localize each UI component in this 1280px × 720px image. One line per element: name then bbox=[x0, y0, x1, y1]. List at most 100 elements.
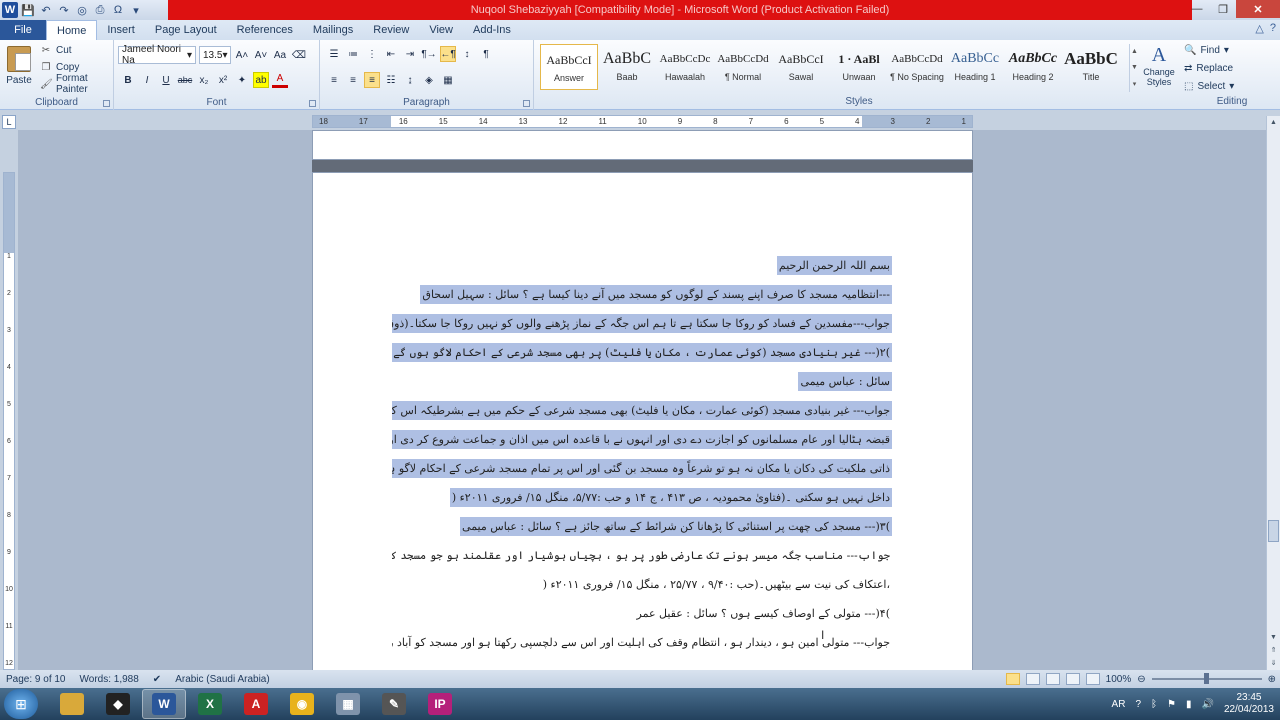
replace-button[interactable]: ⇄ Replace bbox=[1184, 61, 1234, 75]
network-icon[interactable]: ▮ bbox=[1186, 699, 1192, 710]
borders-icon[interactable]: ▦ bbox=[440, 72, 456, 88]
draft-view-button[interactable] bbox=[1085, 673, 1100, 685]
close-button[interactable]: ✕ bbox=[1236, 0, 1280, 18]
style-baab[interactable]: AaBbC Baab bbox=[598, 44, 656, 90]
font-name-dropdown[interactable]: Jameel Noori Na ▾ bbox=[118, 44, 196, 66]
word-icon[interactable]: W bbox=[2, 2, 18, 18]
copy-button[interactable]: ❐ Copy bbox=[40, 60, 113, 74]
font-size-dropdown[interactable]: 13.5 ▾ bbox=[199, 46, 231, 64]
tab-insert[interactable]: Insert bbox=[97, 20, 145, 40]
scroll-down-icon[interactable]: ▼ bbox=[1267, 631, 1280, 644]
document-line[interactable]: )۲(--- غیر بنیادی مسجد (کوئی عمارت ، مکا… bbox=[392, 342, 892, 371]
style-unwaan[interactable]: 1 · AaBl Unwaan bbox=[830, 44, 888, 90]
cut-button[interactable]: ✂ Cut bbox=[40, 43, 113, 57]
print-icon[interactable]: ⎙ bbox=[92, 2, 108, 18]
language-indicator[interactable]: Arabic (Saudi Arabia) bbox=[175, 674, 270, 685]
taskbar-calculator-button[interactable]: ▦ bbox=[326, 689, 370, 719]
language-bar[interactable]: AR bbox=[1112, 699, 1126, 710]
text-effects-icon[interactable]: ✦ bbox=[234, 72, 250, 88]
document-line[interactable]: )۳(--- مسجد کی چھت پر استنائی کا پڑھانا … bbox=[392, 516, 892, 545]
next-page-icon[interactable]: ⇓ bbox=[1267, 657, 1280, 670]
superscript-button[interactable]: x² bbox=[215, 72, 231, 88]
strikethrough-button[interactable]: abc bbox=[177, 72, 193, 88]
show-marks-button[interactable]: ¶ bbox=[478, 46, 494, 62]
style-title[interactable]: AaBbC Title bbox=[1062, 44, 1120, 90]
document-line[interactable]: جواب---مفسدین کے فساد کو روکا جا سکتا ہے… bbox=[392, 313, 892, 342]
symbol-icon[interactable]: Ω bbox=[110, 2, 126, 18]
taskbar-inpage-button[interactable]: IP bbox=[418, 689, 462, 719]
tab-page-layout[interactable]: Page Layout bbox=[145, 20, 227, 40]
format-painter-button[interactable]: 🖌 Format Painter bbox=[40, 73, 113, 95]
open-icon[interactable]: ◎ bbox=[74, 2, 90, 18]
full-screen-view-button[interactable] bbox=[1025, 673, 1040, 685]
document-line[interactable]: بسم اللہ الرحمن الرحیم bbox=[392, 255, 892, 284]
paste-button[interactable]: Paste bbox=[4, 44, 34, 96]
tab-mailings[interactable]: Mailings bbox=[303, 20, 363, 40]
sort-icon[interactable]: ↕ bbox=[459, 46, 475, 62]
style-sawal[interactable]: AaBbCcI Sawal bbox=[772, 44, 830, 90]
tab-add-ins[interactable]: Add-Ins bbox=[463, 20, 521, 40]
ltr-direction-icon[interactable]: ¶→ bbox=[421, 46, 437, 62]
document-line[interactable]: ذاتی ملکیت کی دکان یا مکان نہ ہو تو شرعا… bbox=[392, 458, 892, 487]
page-count[interactable]: Page: 9 of 10 bbox=[6, 674, 66, 685]
bold-button[interactable]: B bbox=[120, 72, 136, 88]
taskbar-chrome-button[interactable]: ◉ bbox=[280, 689, 324, 719]
bullets-icon[interactable]: ☰ bbox=[326, 46, 342, 62]
previous-page-icon[interactable]: ⇑ bbox=[1267, 644, 1280, 657]
style-heading-1[interactable]: AaBbCc Heading 1 bbox=[946, 44, 1004, 90]
increase-indent-icon[interactable]: ⇥ bbox=[402, 46, 418, 62]
taskbar-explorer-button[interactable] bbox=[50, 689, 94, 719]
tab-home[interactable]: Home bbox=[46, 20, 98, 40]
proofing-icon[interactable]: ✔ bbox=[153, 674, 161, 685]
word-count[interactable]: Words: 1,988 bbox=[80, 674, 139, 685]
justify-icon[interactable]: ☷ bbox=[383, 72, 399, 88]
flag-icon[interactable]: ⚑ bbox=[1167, 699, 1176, 710]
subscript-button[interactable]: x₂ bbox=[196, 72, 212, 88]
taskbar-acrobat-button[interactable]: A bbox=[234, 689, 278, 719]
change-styles-button[interactable]: A Change Styles bbox=[1140, 44, 1178, 87]
change-case-button[interactable]: Aa bbox=[272, 47, 288, 63]
tab-view[interactable]: View bbox=[419, 20, 463, 40]
horizontal-ruler[interactable]: 18 17 16 15 14 13 12 11 10 9 8 7 6 5 4 3 2 1 bbox=[312, 115, 973, 128]
redo-icon[interactable]: ↷ bbox=[56, 2, 72, 18]
zoom-slider[interactable] bbox=[1151, 673, 1262, 684]
underline-button[interactable]: U bbox=[158, 72, 174, 88]
maximize-button[interactable]: ❐ bbox=[1210, 0, 1236, 18]
document-line[interactable]: ،اعتکاف کی نیت سے بیٹھیں۔(حب :۹/۴۰ ، ۲۵/… bbox=[392, 574, 892, 603]
style-heading-2[interactable]: AaBbCc Heading 2 bbox=[1004, 44, 1062, 90]
align-left-icon[interactable]: ≡ bbox=[326, 72, 342, 88]
document-line[interactable]: )۴(--- متولی کے اوصاف کیسے ہوں ؟ سائل : … bbox=[392, 603, 892, 632]
bluetooth-icon[interactable]: ᛒ bbox=[1151, 699, 1157, 710]
style-no-spacing[interactable]: AaBbCcDd ¶ No Spacing bbox=[888, 44, 946, 90]
line-spacing-icon[interactable]: ↨ bbox=[402, 72, 418, 88]
clear-format-icon[interactable]: ⌫ bbox=[291, 47, 307, 63]
decrease-indent-icon[interactable]: ⇤ bbox=[383, 46, 399, 62]
select-button[interactable]: ⬚ Select ▾ bbox=[1184, 79, 1234, 93]
save-icon[interactable]: 💾 bbox=[20, 2, 36, 18]
scroll-down-icon[interactable]: ▼ bbox=[1131, 64, 1138, 71]
tab-file[interactable]: File bbox=[0, 20, 46, 40]
taskbar-tools-button[interactable]: ✎ bbox=[372, 689, 416, 719]
scroll-up-icon[interactable]: ▲ bbox=[1267, 116, 1280, 129]
document-line[interactable]: جواب--- مناسب جگہ میسر ہونے تک عارضی طور… bbox=[392, 545, 892, 574]
tab-references[interactable]: References bbox=[227, 20, 303, 40]
vertical-ruler[interactable]: 12345678910111213 bbox=[3, 172, 15, 704]
print-layout-view-button[interactable] bbox=[1005, 673, 1020, 685]
scroll-up-icon[interactable]: ▲ bbox=[1131, 48, 1138, 55]
clock[interactable]: 23:45 22/04/2013 bbox=[1224, 692, 1274, 716]
document-line[interactable]: داخل نہیں ہو سکتی ۔(فتاویٰ محمودیہ ، ص ۴… bbox=[392, 487, 892, 516]
zoom-in-icon[interactable]: ⊕ bbox=[1268, 674, 1276, 685]
font-launcher[interactable] bbox=[309, 100, 316, 107]
zoom-out-icon[interactable]: ⊖ bbox=[1137, 674, 1145, 685]
paragraph-launcher[interactable] bbox=[523, 100, 530, 107]
document-page[interactable]: بسم اللہ الرحمن الرحیم ---انتظامیہ مسجد ک… bbox=[312, 172, 973, 670]
font-color-button[interactable]: A bbox=[272, 72, 288, 88]
highlight-color-icon[interactable]: ab bbox=[253, 72, 269, 88]
align-center-icon[interactable]: ≡ bbox=[345, 72, 361, 88]
taskbar-excel-button[interactable]: X bbox=[188, 689, 232, 719]
document-line[interactable]: جواب--- متولی امین ہو ، دیندار ہو ، انتظ… bbox=[392, 632, 892, 661]
style-normal[interactable]: AaBbCcDd ¶ Normal bbox=[714, 44, 772, 90]
outline-view-button[interactable] bbox=[1065, 673, 1080, 685]
multilevel-list-icon[interactable]: ⋮ bbox=[364, 46, 380, 62]
document-line[interactable]: جواب--- غیر بنیادی مسجد (کوئی عمارت ، مک… bbox=[392, 400, 892, 429]
